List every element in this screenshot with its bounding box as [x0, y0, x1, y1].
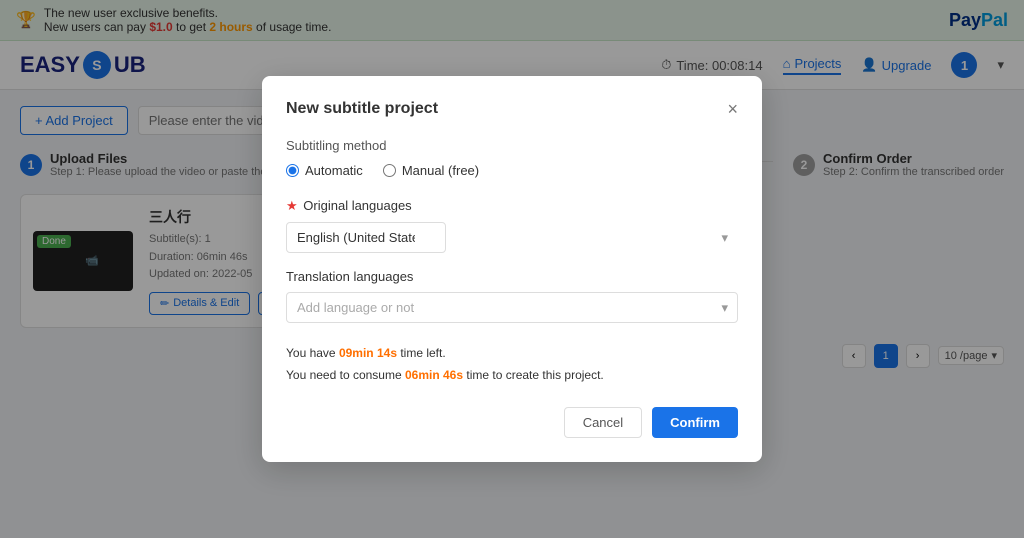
confirm-button[interactable]: Confirm [652, 407, 738, 438]
time-left-value: 09min 14s [339, 346, 397, 360]
time-consume-value: 06min 46s [405, 368, 463, 382]
modal-footer: Cancel Confirm [286, 407, 738, 438]
modal: New subtitle project × Subtitling method… [262, 76, 762, 461]
cancel-button[interactable]: Cancel [564, 407, 642, 438]
original-lang-field-label: ★ Original languages [286, 198, 738, 214]
modal-title: New subtitle project [286, 100, 438, 118]
manual-option[interactable]: Manual (free) [383, 163, 479, 178]
modal-header: New subtitle project × [286, 100, 738, 118]
automatic-radio[interactable] [286, 164, 299, 177]
automatic-option[interactable]: Automatic [286, 163, 363, 178]
subtitling-method-group: Automatic Manual (free) [286, 163, 738, 178]
original-lang-select[interactable]: English (United States) Chinese (Simplif… [286, 222, 446, 253]
manual-radio[interactable] [383, 164, 396, 177]
modal-close-button[interactable]: × [727, 100, 738, 118]
modal-info: You have 09min 14s time left. You need t… [286, 343, 738, 386]
translation-lang-select[interactable]: Add language or not Chinese (Simplified)… [286, 292, 738, 323]
translation-lang-field-label: Translation languages [286, 269, 738, 284]
original-lang-select-wrapper: English (United States) Chinese (Simplif… [286, 222, 738, 253]
translation-lang-select-wrapper: Add language or not Chinese (Simplified)… [286, 292, 738, 323]
required-star: ★ [286, 198, 298, 213]
modal-overlay[interactable]: New subtitle project × Subtitling method… [0, 0, 1024, 538]
subtitling-method-label: Subtitling method [286, 138, 738, 153]
